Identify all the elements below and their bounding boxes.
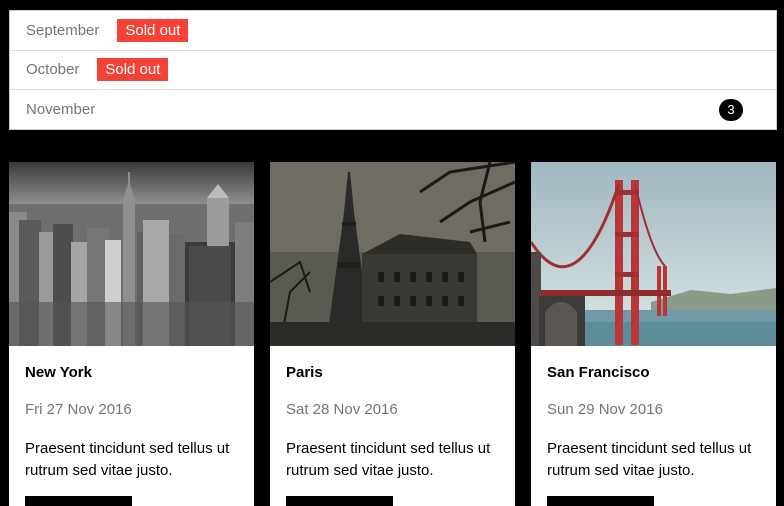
card-description: Praesent tincidunt sed tellus ut rutrum … (547, 440, 752, 479)
buy-tickets-button[interactable] (547, 496, 654, 506)
card-date: Fri 27 Nov 2016 (25, 401, 132, 418)
card-title: San Francisco (547, 364, 650, 381)
buy-tickets-button[interactable] (286, 496, 393, 506)
card-date: Sat 28 Nov 2016 (286, 401, 398, 418)
month-item-september[interactable]: September Sold out (10, 11, 776, 51)
city-card-paris: Paris Sat 28 Nov 2016 Praesent tincidunt… (270, 162, 515, 506)
buy-tickets-button[interactable] (25, 496, 132, 506)
month-item-october[interactable]: October Sold out (10, 51, 776, 90)
month-item-november[interactable]: November 3 (10, 90, 776, 130)
city-card-new-york: New York Fri 27 Nov 2016 Praesent tincid… (9, 162, 254, 506)
card-description: Praesent tincidunt sed tellus ut rutrum … (286, 440, 491, 479)
card-title: New York (25, 364, 92, 381)
card-description: Praesent tincidunt sed tellus ut rutrum … (25, 440, 230, 479)
sold-out-badge: Sold out (117, 18, 189, 42)
sold-out-badge: Sold out (97, 58, 169, 82)
new-york-skyline-photo (9, 162, 254, 346)
golden-gate-bridge-photo (531, 162, 776, 346)
month-label: October (26, 61, 80, 79)
card-date: Sun 29 Nov 2016 (547, 401, 663, 418)
city-card-san-francisco: San Francisco Sun 29 Nov 2016 Praesent t… (531, 162, 776, 506)
ticket-count-badge: 3 (719, 99, 743, 121)
paris-eiffel-tower-photo (270, 162, 515, 346)
month-label: November (26, 101, 96, 119)
month-list: September Sold out October Sold out Nove… (9, 10, 777, 130)
card-title: Paris (286, 364, 323, 381)
month-label: September (26, 21, 100, 39)
